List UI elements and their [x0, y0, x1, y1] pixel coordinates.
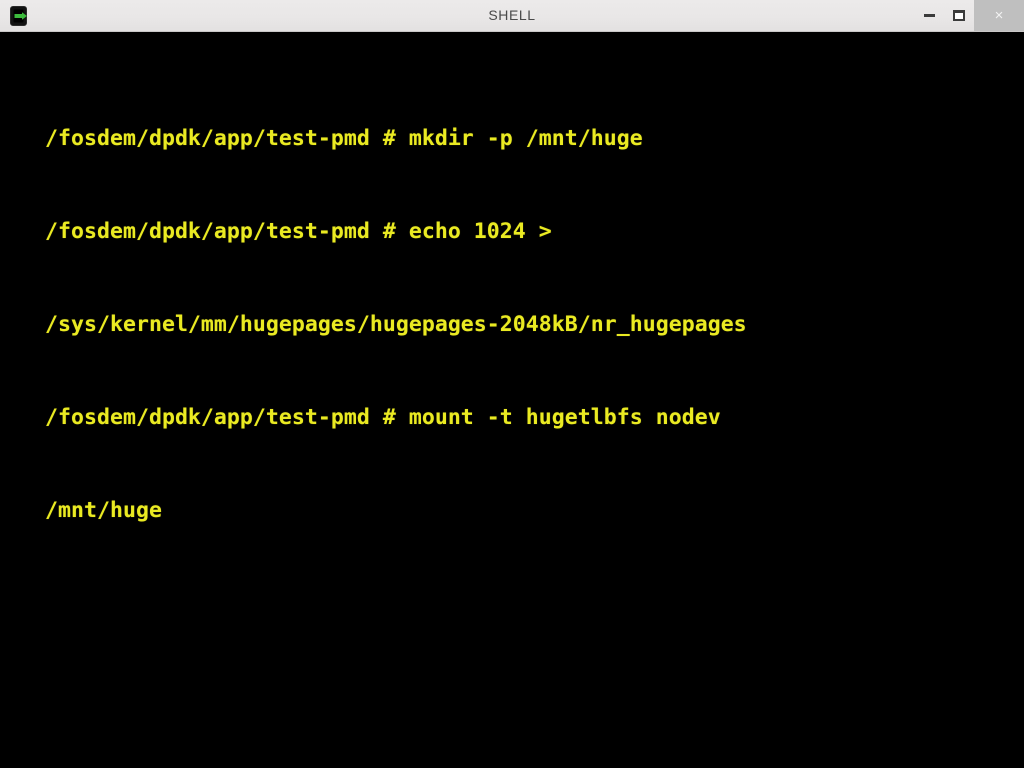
close-button[interactable]: × [974, 0, 1024, 31]
terminal-screen[interactable]: /fosdem/dpdk/app/test-pmd # mkdir -p /mn… [0, 32, 1024, 768]
shell-window: SHELL × /fosdem/dpdk/app/test-pmd # mkdi… [0, 0, 1024, 768]
terminal-line: /sys/kernel/mm/hugepages/hugepages-2048k… [45, 312, 747, 337]
title-bar[interactable]: SHELL × [0, 0, 1024, 32]
close-icon: × [994, 7, 1004, 24]
terminal-line: /fosdem/dpdk/app/test-pmd # mount -t hug… [45, 405, 721, 430]
minimize-button[interactable] [914, 0, 944, 31]
window-title: SHELL [488, 7, 536, 23]
terminal-line: /fosdem/dpdk/app/test-pmd # mkdir -p /mn… [45, 126, 643, 151]
maximize-icon [953, 10, 965, 21]
maximize-button[interactable] [944, 0, 974, 31]
minimize-icon [923, 14, 935, 17]
terminal-line: /fosdem/dpdk/app/test-pmd # echo 1024 > [45, 219, 552, 244]
window-controls: × [914, 0, 1024, 31]
terminal-output: /fosdem/dpdk/app/test-pmd # mkdir -p /mn… [45, 61, 1024, 588]
terminal-line: /mnt/huge [45, 498, 162, 523]
terminal-icon [4, 1, 34, 31]
